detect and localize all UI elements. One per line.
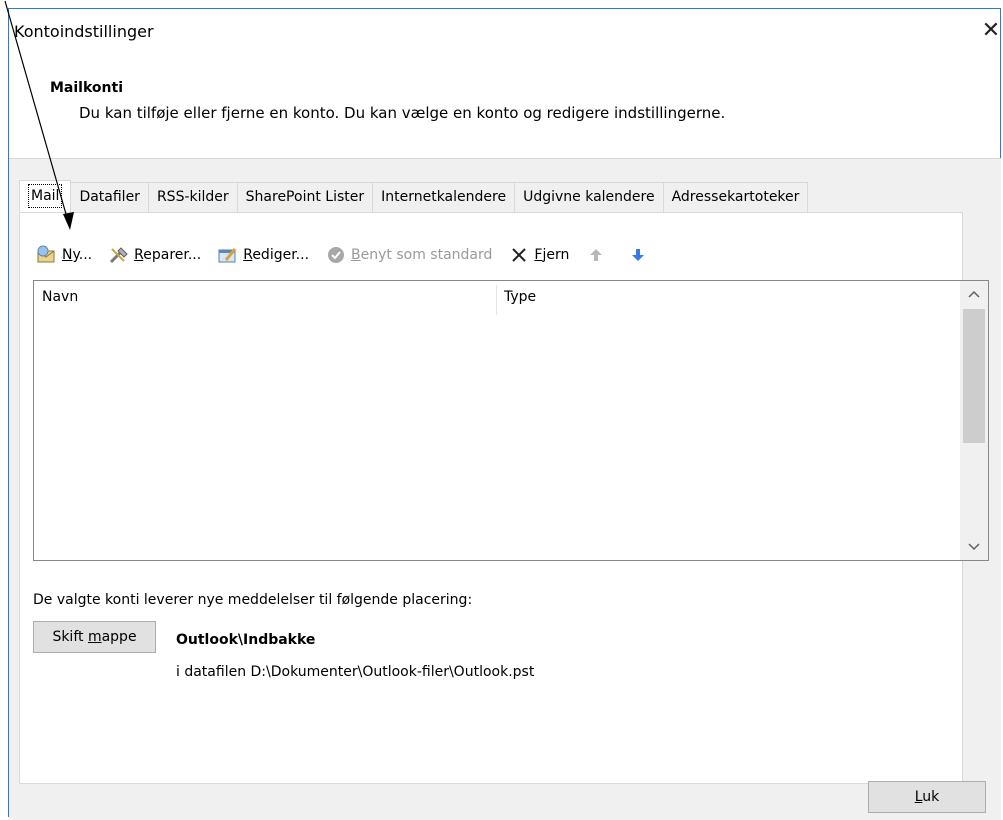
new-mail-icon	[36, 244, 58, 266]
new-account-button[interactable]: Ny...	[36, 244, 92, 266]
remove-x-icon	[508, 244, 530, 266]
scroll-down-icon[interactable]	[967, 540, 981, 554]
tab-internetkalendere[interactable]: Internetkalendere	[372, 182, 516, 212]
arrow-down-icon	[627, 244, 649, 266]
scrollbar-thumb[interactable]	[963, 309, 985, 443]
tab-rss-kilder[interactable]: RSS-kilder	[147, 182, 238, 212]
section-title: Mailkonti	[50, 80, 123, 96]
accounts-list[interactable]: Navn Type	[33, 280, 989, 561]
tab-sharepoint-lister[interactable]: SharePoint Lister	[236, 182, 374, 212]
scroll-up-icon[interactable]	[967, 287, 981, 301]
window-title: Kontoindstillinger	[14, 22, 154, 41]
checkmark-icon	[325, 244, 347, 266]
delivery-datafile: i datafilen D:\Dokumenter\Outlook-filer\…	[176, 664, 535, 680]
column-divider	[496, 285, 497, 315]
delivery-label: De valgte konti leverer nye meddelelser …	[33, 592, 473, 608]
delivery-folder: Outlook\Indbakke	[176, 632, 316, 648]
move-down-button[interactable]	[627, 244, 653, 266]
repair-button[interactable]: Reparer...	[108, 244, 201, 266]
section-subtitle: Du kan tilføje eller fjerne en konto. Du…	[79, 104, 726, 122]
close-icon[interactable]: ✕	[980, 20, 1002, 42]
set-default-button[interactable]: Benyt som standard	[325, 244, 492, 266]
tab-udgivne-kalendere[interactable]: Udgivne kalendere	[514, 182, 664, 212]
remove-button[interactable]: Fjern	[508, 244, 569, 266]
tab-mail[interactable]: Mail	[19, 180, 72, 212]
tab-datafiler[interactable]: Datafiler	[70, 182, 149, 212]
change-folder-button[interactable]: Skift mappe	[33, 621, 156, 653]
tab-strip: Mail Datafiler RSS-kilder SharePoint Lis…	[19, 180, 809, 212]
edit-settings-icon	[217, 244, 239, 266]
tab-adressekartoteker[interactable]: Adressekartoteker	[662, 182, 809, 212]
close-button[interactable]: Luk	[868, 781, 986, 813]
tools-icon	[108, 244, 130, 266]
accounts-toolbar: Ny... Reparer... Rediger... Benyt som st…	[36, 242, 669, 268]
column-header-name[interactable]: Navn	[42, 289, 78, 305]
column-header-type[interactable]: Type	[504, 289, 536, 305]
edit-button[interactable]: Rediger...	[217, 244, 309, 266]
vertical-scrollbar[interactable]	[960, 281, 988, 560]
arrow-up-icon	[585, 244, 607, 266]
move-up-button[interactable]	[585, 244, 611, 266]
